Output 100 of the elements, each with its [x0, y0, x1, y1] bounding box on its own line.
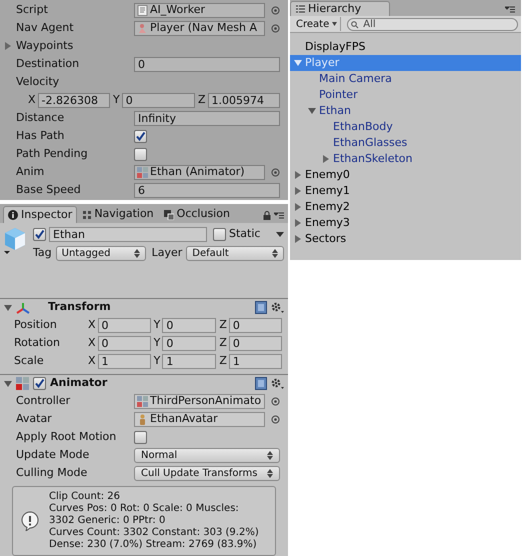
expanded-triangle-icon[interactable] — [294, 59, 302, 67]
search-field[interactable]: All — [347, 18, 518, 30]
gear-icon[interactable] — [271, 378, 284, 390]
field-label: Controller — [16, 392, 72, 409]
caret-icon[interactable] — [276, 232, 284, 236]
number-field[interactable]: 1.005974 — [208, 92, 280, 108]
field-label: Base Speed — [16, 182, 82, 198]
info-line: Clip Count: 26 — [49, 491, 122, 503]
grid-icon — [16, 377, 29, 390]
layer-label: Layer — [152, 244, 182, 261]
number-field[interactable]: 0 — [228, 336, 282, 350]
field-label: Rotation — [14, 334, 62, 351]
axis-label: Y — [113, 92, 120, 108]
grid-icon — [137, 166, 148, 178]
field-label: Distance — [16, 110, 66, 126]
hierarchy-item[interactable]: EthanBody — [290, 119, 521, 135]
foldout-label[interactable]: Waypoints — [16, 38, 74, 54]
collapsed-triangle-icon[interactable] — [294, 203, 302, 211]
axes-icon — [16, 302, 30, 314]
number-field[interactable]: 0 — [162, 336, 216, 350]
number-field[interactable]: 0 — [122, 92, 195, 108]
component-title: Transform — [48, 299, 111, 316]
expanded-triangle-icon[interactable] — [4, 304, 12, 312]
expanded-triangle-icon[interactable] — [308, 107, 316, 115]
number-field[interactable]: 0 — [228, 318, 282, 332]
hierarchy-item[interactable]: EthanGlasses — [290, 135, 521, 151]
field-label: Destination — [16, 56, 80, 72]
collapsed-triangle-icon[interactable] — [294, 235, 302, 243]
dropdown[interactable]: Cull Update Transforms — [134, 466, 280, 480]
axis-label: X — [88, 352, 96, 369]
text-field[interactable]: 0 — [134, 56, 280, 72]
caret-icon — [332, 22, 338, 26]
dropdown-arrows-icon — [134, 248, 140, 258]
dropdown[interactable]: Normal — [134, 448, 280, 462]
info-line: Dense: 230 (7.0%) Stream: 2769 (83.9%) — [49, 539, 258, 551]
hierarchy-item[interactable]: EthanSkeleton — [290, 151, 521, 167]
field-label: Script — [16, 2, 49, 18]
axis-label: X — [88, 334, 96, 351]
static-checkbox[interactable] — [213, 228, 226, 240]
layer-dropdown[interactable]: Default — [186, 246, 284, 260]
lock-icon[interactable] — [263, 211, 271, 220]
checkbox[interactable] — [134, 430, 147, 444]
checkbox[interactable] — [134, 130, 147, 142]
panel-tab[interactable]: Occlusion — [160, 206, 234, 223]
field-label: Apply Root Motion — [16, 428, 118, 445]
number-field[interactable]: 1 — [162, 354, 216, 368]
tag-dropdown[interactable]: Untagged — [56, 246, 146, 260]
menu-icon[interactable] — [274, 212, 284, 219]
hierarchy-item[interactable]: Enemy2 — [290, 199, 521, 215]
text-field[interactable]: 6 — [134, 182, 280, 198]
hierarchy-item[interactable]: Enemy3 — [290, 215, 521, 231]
object-field[interactable]: AI_Worker — [134, 2, 265, 18]
collapsed-triangle-icon[interactable] — [294, 171, 302, 179]
number-field[interactable]: 0 — [98, 336, 151, 350]
axis-label: Y — [154, 352, 160, 369]
name-field[interactable]: Ethan — [49, 226, 207, 242]
checkbox[interactable] — [134, 148, 147, 160]
expanded-triangle-icon[interactable] — [4, 380, 12, 388]
collapsed-triangle-icon[interactable] — [4, 42, 12, 50]
panel-tab[interactable]: Hierarchy — [290, 1, 390, 16]
text-field[interactable]: Infinity — [134, 110, 280, 126]
number-field[interactable]: 0 — [162, 318, 216, 332]
object-field[interactable]: Player (Nav Mesh A — [134, 20, 265, 36]
collapsed-triangle-icon[interactable] — [294, 219, 302, 227]
hierarchy-item[interactable]: Ethan — [290, 103, 521, 119]
create-button[interactable]: Create — [293, 17, 342, 31]
axis-label: X — [28, 92, 36, 108]
enabled-checkbox[interactable] — [33, 377, 46, 390]
script-icon — [137, 4, 148, 16]
object-field[interactable]: Ethan (Animator) — [134, 164, 265, 180]
number-field[interactable]: 1 — [228, 354, 282, 368]
panel-tab[interactable]: Inspector — [3, 206, 78, 223]
number-field[interactable]: -2.826308 — [38, 92, 110, 108]
agent-icon — [137, 22, 148, 34]
object-field[interactable]: ThirdPersonAnimato — [134, 394, 265, 408]
object-picker-icon[interactable] — [271, 168, 280, 176]
menu-icon[interactable] — [505, 6, 515, 13]
hierarchy-item[interactable]: Sectors — [290, 231, 521, 247]
dropdown-arrows-icon — [267, 450, 273, 460]
component-title: Animator — [50, 375, 108, 392]
collapsed-triangle-icon[interactable] — [322, 155, 330, 163]
field-label: Position — [14, 316, 58, 333]
axis-label: Z — [219, 334, 227, 351]
axis-label: Z — [219, 316, 227, 333]
field-label: Has Path — [16, 128, 66, 144]
hierarchy-item[interactable]: Enemy1 — [290, 183, 521, 199]
number-field[interactable]: 1 — [98, 354, 151, 368]
active-checkbox[interactable] — [33, 228, 46, 240]
hierarchy-item[interactable]: Enemy0 — [290, 167, 521, 183]
axis-label: X — [88, 316, 96, 333]
gear-icon[interactable] — [271, 302, 284, 314]
number-field[interactable]: 0 — [98, 318, 151, 332]
collapsed-triangle-icon[interactable] — [294, 187, 302, 195]
hierarchy-item[interactable]: Main Camera — [290, 71, 521, 87]
hierarchy-item[interactable]: Pointer — [290, 87, 521, 103]
tag-label: Tag — [33, 244, 52, 261]
object-field[interactable]: EthanAvatar — [134, 412, 265, 426]
hierarchy-item[interactable]: DisplayFPS — [290, 39, 521, 55]
panel-tab[interactable]: Navigation — [79, 206, 158, 223]
exclamation-bubble-icon — [21, 511, 39, 531]
